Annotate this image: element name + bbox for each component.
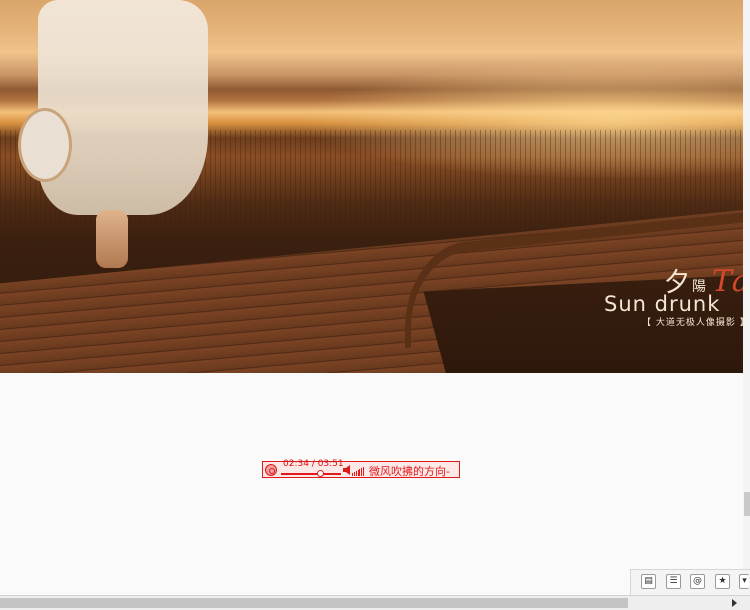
abc-icon[interactable]: ☰ — [666, 574, 681, 589]
woman-figure — [38, 0, 208, 215]
volume-bars[interactable] — [352, 465, 365, 476]
progress-track[interactable] — [281, 473, 341, 475]
play-pause-button[interactable] — [265, 464, 277, 476]
straw-hat — [18, 108, 72, 182]
star-icon[interactable]: ★ — [715, 574, 730, 589]
brand-logo-subtitle: 【 大道无极人像摄影 】 — [642, 318, 743, 328]
legs — [96, 210, 128, 268]
vertical-scrollbar[interactable] — [743, 0, 750, 595]
horizontal-scrollbar[interactable] — [0, 595, 750, 610]
song-title: 微风吹拂的方向- — [369, 465, 450, 478]
scroll-right-arrow-icon[interactable] — [732, 599, 737, 607]
music-player: 02:34 / 03:51 微风吹拂的方向- — [262, 459, 460, 478]
playback-time: 02:34 / 03:51 — [283, 459, 344, 469]
page-icon[interactable]: ▤ — [641, 574, 656, 589]
brand-logo: 夕陽Ta Sun drunk 【 大道无极人像摄影 】 — [604, 262, 743, 332]
horizontal-scrollbar-thumb[interactable] — [0, 598, 628, 608]
progress-knob[interactable] — [317, 470, 325, 477]
volume-icon[interactable] — [343, 465, 350, 475]
brand-logo-en: Sun drunk — [604, 292, 721, 316]
more-icon[interactable]: ▾ — [739, 574, 749, 589]
at-icon[interactable]: @ — [690, 574, 705, 589]
vertical-scrollbar-thumb[interactable] — [744, 492, 750, 516]
bottom-toolbar: ▤ ☰ @ ★ ▾ — [630, 569, 750, 595]
header-photo-banner: 夕陽Ta Sun drunk 【 大道无极人像摄影 】 — [0, 0, 743, 373]
